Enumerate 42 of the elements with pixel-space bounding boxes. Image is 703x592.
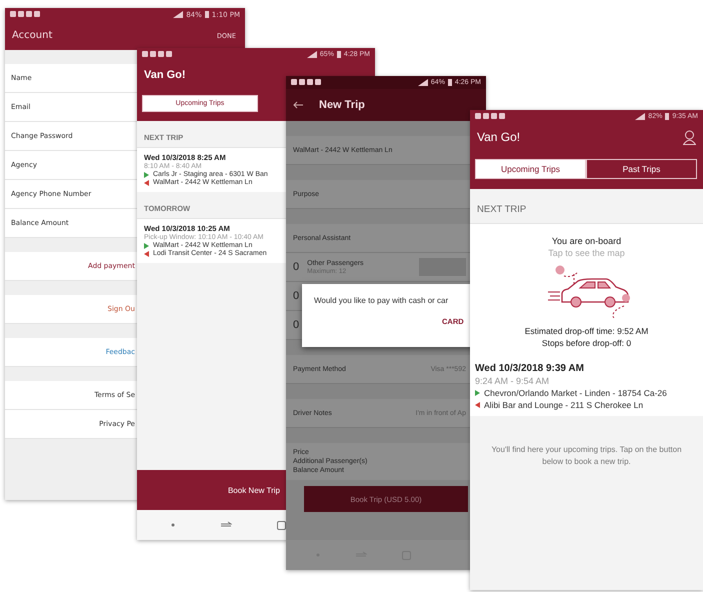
user-icon[interactable] <box>683 130 696 144</box>
dropoff-address: Alibi Bar and Lounge - 211 S Cherokee Ln <box>484 400 644 410</box>
battery-icon <box>448 79 452 86</box>
passenger-count: 0 <box>293 319 300 331</box>
app-title: Van Go! <box>477 130 520 144</box>
notification-icons <box>291 79 321 86</box>
home-square-icon[interactable] <box>276 520 286 530</box>
dialog-message: Would you like to pay with cash or car <box>314 296 450 305</box>
trips-tab[interactable]: Upcoming Trips <box>475 159 586 179</box>
notification-icons <box>475 113 505 120</box>
trips-tab[interactable]: Past Trips <box>586 159 697 179</box>
passenger-count: 0 <box>293 290 300 302</box>
screen-title: New Trip <box>319 99 365 111</box>
book-new-trip-button[interactable]: Book New Trip <box>137 470 286 510</box>
pickup-triangle-icon <box>144 172 149 178</box>
signal-icon <box>173 11 184 18</box>
battery-icon <box>665 113 670 120</box>
signal-icon <box>306 51 317 58</box>
onboard-status: You are on-board <box>552 236 622 246</box>
stops-count: Stops before drop-off: 0 <box>542 338 632 350</box>
recent-apps-icon[interactable] <box>220 521 232 529</box>
dot-icon[interactable] <box>171 523 176 527</box>
empty-message: You'll find here your upcoming trips. Tap on the button below to book a new trip. <box>490 444 683 468</box>
dropoff-triangle-icon <box>144 250 149 256</box>
app-title: Van Go! <box>144 69 186 81</box>
dropoff-triangle-icon <box>475 402 480 408</box>
back-arrow-icon[interactable] <box>293 101 303 109</box>
signal-icon <box>635 113 646 120</box>
battery-icon <box>336 51 341 58</box>
drop-off-estimate: Estimated drop-off time: 9:52 AM <box>524 326 648 338</box>
notification-icons <box>10 11 40 18</box>
passenger-count: 0 <box>293 261 300 273</box>
screen-title: Account <box>12 30 52 41</box>
notification-icons <box>142 51 172 58</box>
trip-date: Wed 10/3/2018 9:39 AM <box>475 362 584 374</box>
pickup-address: Chevron/Orlando Market - Linden - 18754 Ca-26 <box>484 388 667 398</box>
pickup-triangle-icon <box>144 242 149 248</box>
pickup-triangle-icon <box>475 390 480 396</box>
signal-icon <box>418 79 428 86</box>
dropoff-triangle-icon <box>144 180 149 186</box>
battery-icon <box>204 11 209 18</box>
trip-window: 9:24 AM - 9:54 AM <box>475 376 550 386</box>
